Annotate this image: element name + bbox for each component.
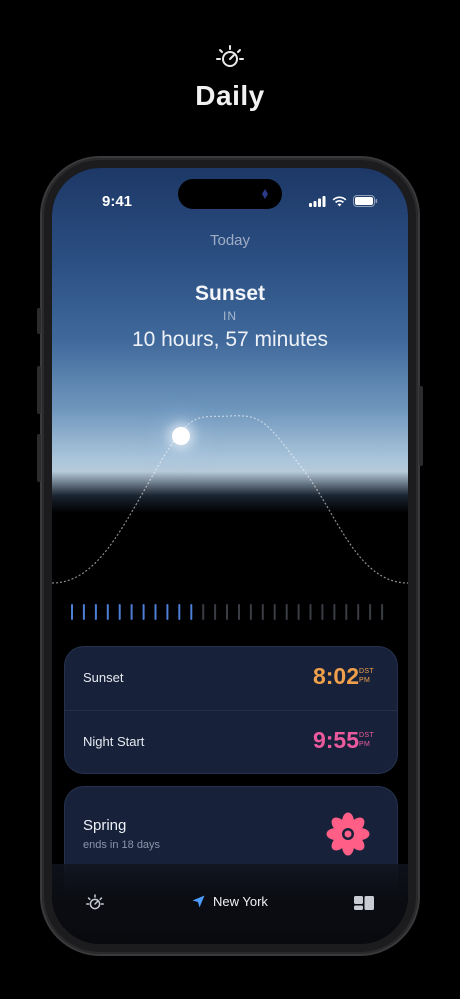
action-button [37, 308, 41, 334]
timeline-tick [345, 604, 348, 620]
sun-dial-icon[interactable] [86, 894, 104, 912]
event-countdown: 10 hours, 57 minutes [131, 328, 329, 351]
flower-icon [326, 812, 370, 856]
shortcut-indicator-icon [262, 189, 268, 199]
timeline-tick [333, 604, 336, 620]
time-period: PM [359, 741, 371, 748]
timeline-tick [214, 604, 217, 620]
timeline-tick [357, 604, 360, 620]
times-card[interactable]: Sunset 8:02 DST PM Night Start 9:55 DST … [64, 646, 398, 774]
timeline-tick [118, 604, 121, 620]
timeline-tick [71, 604, 73, 620]
timeline-tick [106, 604, 109, 620]
timeline-tick [297, 604, 300, 620]
event-in-label: IN [223, 309, 237, 323]
wifi-icon [332, 195, 347, 206]
timeline-tick [166, 604, 169, 620]
status-time: 9:41 [102, 193, 133, 210]
season-subtitle: ends in 18 days [83, 839, 161, 851]
timeline-tick [238, 604, 240, 620]
location-arrow-icon [192, 895, 205, 908]
power-button [419, 386, 423, 466]
timeline-tick [226, 604, 228, 620]
timeline-tick [142, 604, 145, 620]
dynamic-island [178, 179, 282, 209]
app-header: Daily [0, 0, 460, 130]
sun-dial-icon [216, 45, 244, 67]
time-meta: DST PM [359, 667, 379, 685]
timeline-tick [154, 604, 157, 620]
time-label: Night Start [83, 734, 145, 749]
tab-bar: New York [52, 864, 408, 944]
timeline-tick [321, 604, 324, 620]
timeline-tick [369, 604, 372, 620]
timeline-tick [273, 604, 276, 620]
location-name: New York [213, 894, 268, 909]
timeline-tick [381, 604, 384, 620]
timeline-tick [309, 604, 312, 620]
status-bar: 9:41 [52, 168, 408, 222]
status-icons [309, 195, 378, 207]
timeline-tick [261, 604, 264, 620]
signal-icon [309, 195, 326, 207]
phone-frame: 9:41 Today Sunset IN 10 hours, 57 minute… [37, 158, 423, 954]
battery-icon [353, 195, 378, 207]
timeline-tick [178, 604, 181, 620]
time-value: 8:02 [312, 663, 359, 689]
timeline-tick [202, 604, 205, 620]
phone-screen: 9:41 Today Sunset IN 10 hours, 57 minute… [52, 168, 408, 944]
time-period: PM [359, 677, 371, 684]
timeline-tick [190, 604, 193, 620]
time-zone: DST [359, 668, 374, 675]
time-value: 9:55 [312, 727, 359, 753]
time-meta: DST PM [359, 731, 379, 749]
timeline-tick [285, 604, 288, 620]
sun-marker [172, 427, 190, 445]
location-button[interactable]: New York [192, 894, 268, 909]
timeline-tick [130, 604, 133, 620]
time-zone: DST [359, 732, 374, 739]
volume-up-button [37, 366, 41, 414]
widgets-icon[interactable] [354, 896, 374, 910]
sun-path-curve [52, 415, 408, 584]
volume-down-button [37, 434, 41, 482]
sunset-row[interactable]: Sunset 8:02 DST PM [65, 647, 397, 710]
timeline-tick [249, 604, 252, 620]
time-label: Sunset [83, 670, 124, 685]
night-start-row[interactable]: Night Start 9:55 DST PM [65, 710, 397, 774]
app-showcase: Daily 9:41 Today Sunset IN 10 hours, 57 … [0, 0, 460, 999]
timeline-tick [94, 604, 97, 620]
season-name: Spring [83, 817, 127, 834]
timeline-tick [82, 604, 85, 620]
day-label: Today [209, 232, 251, 249]
day-timeline [71, 604, 384, 620]
event-title: Sunset [194, 282, 265, 305]
app-name: Daily [195, 80, 265, 111]
